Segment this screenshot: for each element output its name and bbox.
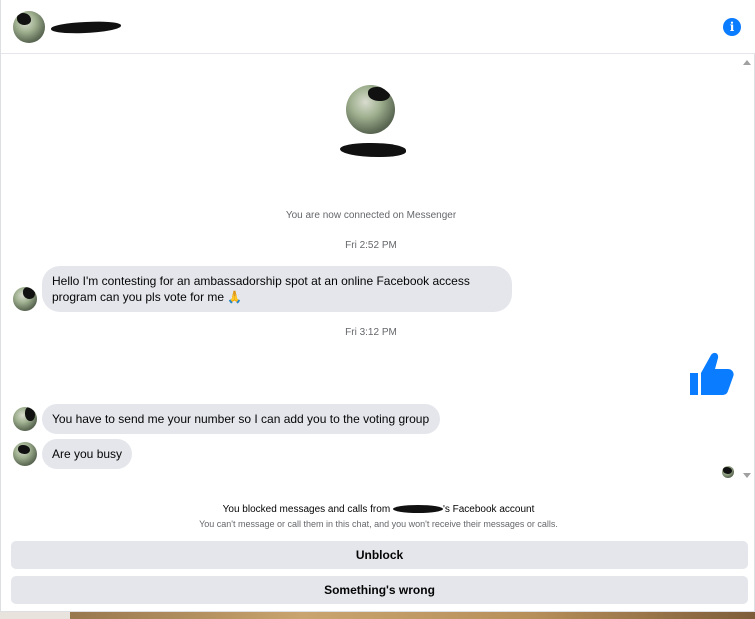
- message-bubble[interactable]: Hello I'm contesting for an ambassadorsh…: [42, 266, 512, 312]
- scroll-down-icon[interactable]: [743, 473, 751, 478]
- timestamp: Fri 3:12 PM: [345, 327, 397, 338]
- avatar[interactable]: [13, 11, 45, 43]
- blocked-notice-detail: You can't message or call them in this c…: [199, 519, 558, 529]
- chat-header: i: [1, 0, 755, 54]
- something-wrong-button[interactable]: Something's wrong: [11, 576, 748, 604]
- redaction-mark: [25, 407, 35, 421]
- background-strip: [0, 612, 755, 619]
- avatar[interactable]: [13, 407, 37, 431]
- redaction-mark: [17, 13, 31, 25]
- thumbs-up-icon[interactable]: [688, 351, 736, 399]
- profile-name-redacted: [340, 143, 406, 157]
- redacted-name: [392, 505, 443, 514]
- blocked-notice-prefix: You blocked messages and calls from: [222, 504, 393, 515]
- redaction-mark: [368, 87, 390, 101]
- connected-notice: You are now connected on Messenger: [285, 210, 457, 221]
- message-bubble[interactable]: You have to send me your number so I can…: [42, 404, 440, 434]
- message-bubble[interactable]: Are you busy: [42, 439, 133, 469]
- profile-avatar: [346, 85, 395, 134]
- redaction-mark: [723, 467, 732, 474]
- contact-name-redacted[interactable]: [50, 20, 122, 35]
- scrollbar[interactable]: [740, 55, 754, 492]
- background-strip-segment: [0, 612, 70, 619]
- scroll-up-icon[interactable]: [743, 60, 751, 65]
- avatar[interactable]: [13, 287, 37, 311]
- redaction-mark: [18, 445, 30, 454]
- conversation-area[interactable]: You are now connected on Messenger Fri 2…: [1, 55, 755, 492]
- seen-indicator-avatar: [722, 466, 734, 478]
- info-icon[interactable]: i: [723, 18, 741, 36]
- messenger-window: i You are now connected on Messenger Fri…: [0, 0, 755, 612]
- redaction-mark: [23, 287, 35, 299]
- unblock-button[interactable]: Unblock: [11, 541, 748, 569]
- blocked-notice: You blocked messages and calls from 's F…: [1, 504, 755, 515]
- blocked-notice-suffix: 's Facebook account: [442, 504, 535, 515]
- avatar[interactable]: [13, 442, 37, 466]
- timestamp: Fri 2:52 PM: [345, 240, 397, 251]
